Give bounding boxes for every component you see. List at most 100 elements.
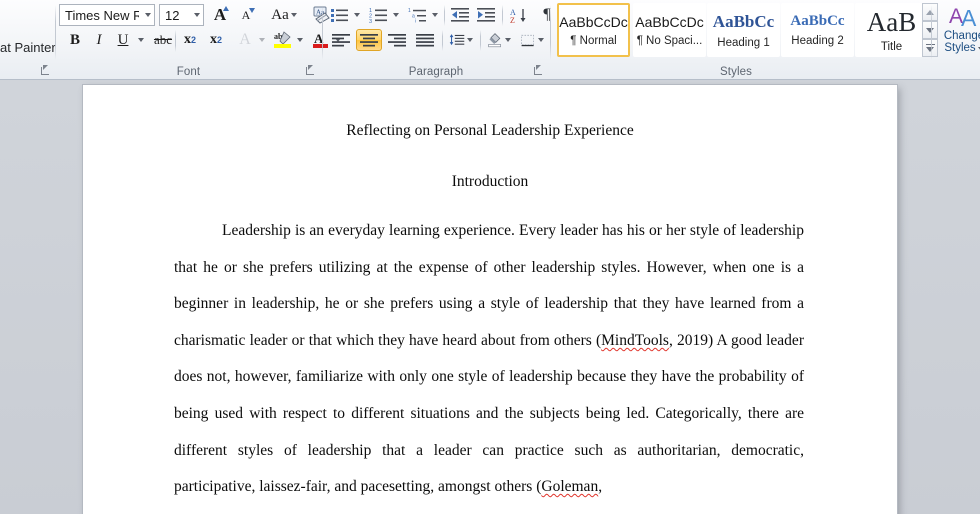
borders-button[interactable] [519, 29, 545, 51]
font-size-combo[interactable]: 12 [159, 4, 204, 26]
font-name-combo[interactable]: Times New Rom [59, 4, 155, 26]
paragraph-inner-divider-4 [480, 30, 481, 51]
svg-text:i: i [415, 19, 416, 24]
underline-dropdown-icon[interactable] [134, 29, 147, 51]
style-preview: AaBbCcDc [559, 13, 628, 30]
text-effects-dropdown-icon[interactable] [256, 29, 268, 51]
svg-text:3: 3 [369, 19, 372, 23]
decrease-indent-button[interactable] [449, 4, 473, 26]
multilevel-list-icon: 1 a i [408, 8, 426, 24]
align-right-button[interactable] [384, 29, 410, 51]
highlighter-icon: ab [274, 31, 291, 48]
style-preview: AaBbCcDc [635, 13, 704, 30]
document-page[interactable]: Reflecting on Personal Leadership Experi… [83, 85, 897, 514]
shrink-font-button[interactable]: A [234, 4, 258, 26]
ribbon: at Painter Times New Rom 12 A A Aa [0, 0, 980, 80]
highlight-dropdown-icon[interactable] [294, 29, 306, 51]
paragraph-inner-divider-3 [442, 30, 443, 51]
align-center-button[interactable] [356, 29, 382, 51]
style-label: Heading 1 [717, 36, 770, 49]
line-spacing-icon [449, 34, 465, 46]
decrease-indent-icon [451, 8, 469, 22]
style-label: ¶ No Spaci... [636, 34, 703, 47]
clipboard-dialog-launcher[interactable] [39, 64, 52, 77]
font-dialog-launcher[interactable] [304, 64, 317, 77]
strikethrough-button[interactable]: abc [150, 29, 176, 51]
increase-indent-button[interactable] [475, 4, 499, 26]
sort-button[interactable]: A Z [507, 4, 531, 26]
superscript-button[interactable]: x2 [204, 29, 228, 51]
svg-text:Z: Z [510, 16, 515, 24]
paragraph-inner-divider-2 [502, 5, 503, 26]
font-size-value: 12 [165, 7, 180, 23]
bullets-dropdown-icon[interactable] [351, 4, 363, 26]
style-title[interactable]: AaB Title [855, 3, 928, 57]
body-text-segment: , [598, 478, 603, 496]
styles-group: AaBbCcDc ¶ Normal AaBbCcDc ¶ No Spaci...… [551, 0, 938, 80]
numbering-dropdown-icon[interactable] [390, 4, 402, 26]
style-no-spacing[interactable]: AaBbCcDc ¶ No Spaci... [633, 3, 706, 57]
change-styles-icon: A A [949, 5, 977, 30]
italic-button[interactable]: I [88, 29, 110, 51]
align-right-icon [388, 33, 406, 46]
style-label: ¶ Normal [570, 34, 617, 47]
justify-button[interactable] [412, 29, 438, 51]
change-case-button[interactable]: Aa [265, 4, 303, 26]
numbering-button[interactable]: 1 2 3 [367, 4, 391, 26]
paragraph-dialog-launcher[interactable] [532, 64, 545, 77]
text-highlight-color-button[interactable]: ab [271, 29, 295, 51]
paragraph-inner-divider [444, 5, 445, 26]
document-title: Reflecting on Personal Leadership Experi… [346, 122, 634, 139]
group-divider [931, 5, 932, 60]
shading-icon [488, 33, 501, 48]
bullets-button[interactable] [328, 4, 352, 26]
line-spacing-button[interactable] [448, 29, 474, 51]
svg-text:1: 1 [408, 8, 411, 14]
misspelled-word[interactable]: Goleman [541, 478, 598, 495]
svg-text:A: A [961, 5, 977, 30]
multilevel-dropdown-icon[interactable] [429, 4, 441, 26]
font-size-dropdown-icon[interactable] [188, 5, 203, 25]
font-name-value: Times New Rom [65, 7, 139, 23]
document-area: Reflecting on Personal Leadership Experi… [0, 80, 980, 514]
style-normal[interactable]: AaBbCcDc ¶ Normal [557, 3, 630, 57]
clipboard-group: at Painter [0, 0, 56, 80]
shading-button[interactable] [486, 29, 512, 51]
justify-icon [416, 33, 434, 46]
document-heading: Introduction [451, 173, 529, 190]
align-left-icon [332, 33, 350, 46]
style-heading-1[interactable]: AaBbCс Heading 1 [707, 3, 780, 57]
format-painter-button[interactable]: at Painter [0, 40, 56, 55]
styles-group-label: Styles [720, 66, 752, 78]
paragraph-group-label: Paragraph [408, 66, 464, 78]
font-group: Times New Rom 12 A A Aa Aa [56, 0, 341, 80]
misspelled-word[interactable]: MindTools [601, 332, 669, 349]
style-label: Title [880, 40, 903, 53]
body-text-segment: , 2019) A good leader does not, however,… [174, 331, 804, 496]
font-name-dropdown-icon[interactable] [139, 5, 154, 25]
subscript-button[interactable]: x2 [178, 29, 202, 51]
change-styles-label-line1: Change [943, 30, 980, 42]
increase-indent-icon [477, 8, 495, 22]
style-label: Heading 2 [791, 35, 844, 47]
style-preview: AaBbCс [712, 11, 775, 31]
multilevel-list-button[interactable]: 1 a i [406, 4, 430, 26]
paragraph-group: 1 2 3 1 a i A Z ¶ Paragraph [323, 0, 551, 80]
font-inner-divider [175, 30, 176, 52]
grow-font-button[interactable]: A [208, 4, 232, 26]
document-body-paragraph[interactable]: Leadership is an everyday learning exper… [174, 213, 804, 506]
borders-icon [521, 34, 534, 46]
style-heading-2[interactable]: AaBbCc Heading 2 [781, 3, 854, 57]
bullets-icon [331, 9, 348, 22]
text-effects-button[interactable]: A [233, 29, 257, 51]
numbering-icon: 1 2 3 [369, 8, 387, 23]
align-left-button[interactable] [328, 29, 354, 51]
change-styles-button[interactable]: A A Change Styles [934, 3, 980, 59]
style-preview: AaBbCc [790, 13, 845, 29]
style-preview: AaB [866, 6, 917, 37]
sort-icon: A Z [510, 8, 526, 24]
bold-button[interactable]: B [64, 29, 86, 51]
change-styles-label-line2: Styles [944, 42, 976, 54]
align-center-icon [360, 33, 378, 46]
underline-button[interactable]: U [112, 29, 134, 51]
